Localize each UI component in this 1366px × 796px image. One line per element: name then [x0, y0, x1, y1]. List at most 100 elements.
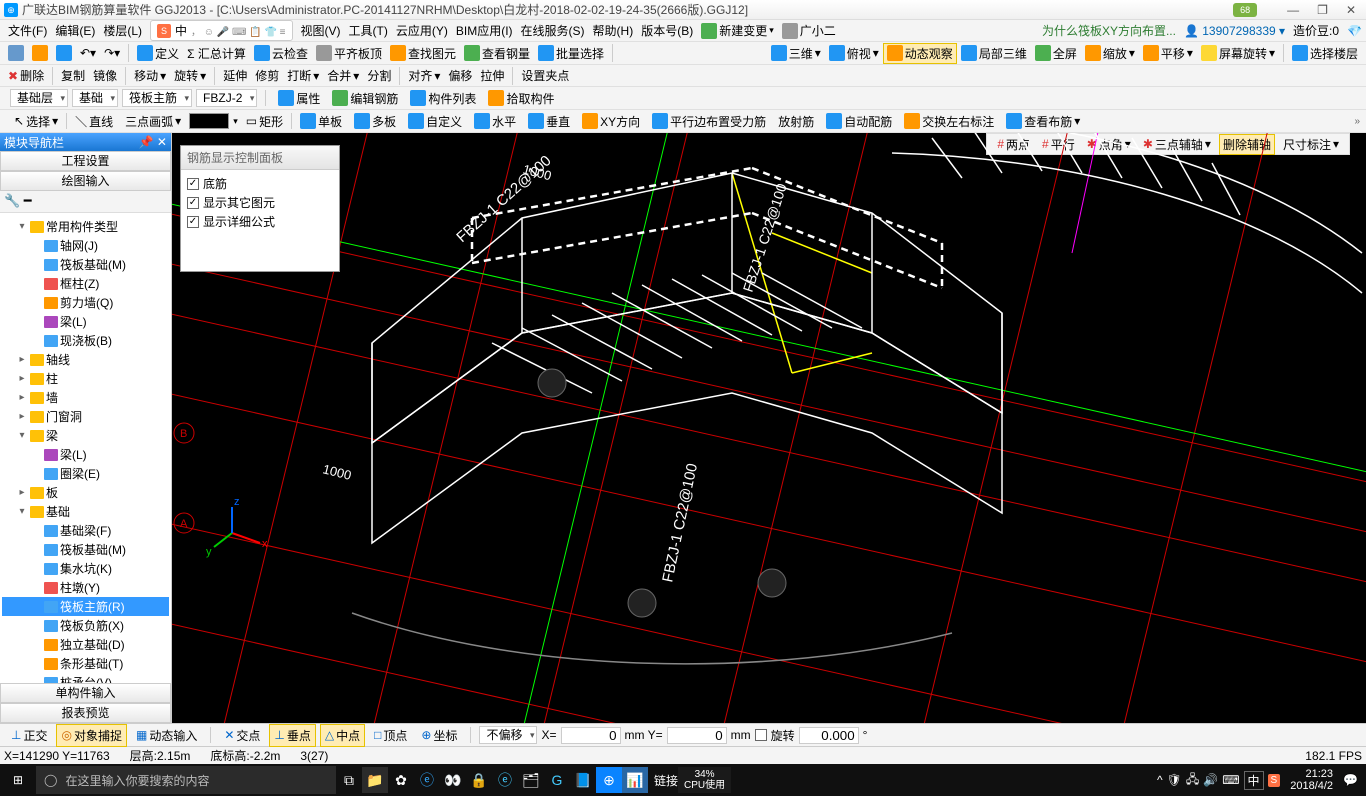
tree-item[interactable]: ▸门窗洞 — [2, 407, 169, 426]
flat-roof-button[interactable]: 平齐板顶 — [312, 43, 386, 64]
tray-armor-icon[interactable]: 🛡 — [1167, 773, 1182, 787]
osnap-button[interactable]: ◎对象捕捉 — [56, 724, 127, 747]
nav-single-input[interactable]: 单构件输入 — [0, 683, 171, 703]
dyn-input-button[interactable]: ▦动态输入 — [131, 724, 202, 747]
tb-app-6[interactable]: G — [544, 767, 570, 793]
credit-icon[interactable]: 💎 — [1347, 24, 1362, 38]
auto-arrange-button[interactable]: 自动配筋 — [822, 111, 896, 132]
close-button[interactable]: ✕ — [1346, 3, 1356, 17]
tree-item[interactable]: 圈梁(E) — [2, 464, 169, 483]
menu-view[interactable]: 视图(V) — [297, 22, 345, 39]
fullscreen-button[interactable]: 全屏 — [1031, 43, 1081, 64]
align-button[interactable]: 对齐▾ — [404, 65, 444, 86]
multi-board-button[interactable]: 多板 — [350, 111, 400, 132]
maximize-button[interactable]: ❐ — [1317, 3, 1328, 17]
view-arrange-button[interactable]: 查看布筋▾ — [1002, 111, 1084, 132]
floor-dropdown[interactable]: 基础层 — [10, 89, 68, 107]
tb-app-9[interactable]: 📊 — [622, 767, 648, 793]
redo-icon[interactable]: ↷▾ — [100, 44, 124, 62]
tree-item[interactable]: ▾基础 — [2, 502, 169, 521]
dynamic-view-button[interactable]: 动态观察 — [883, 43, 957, 64]
find-view-button[interactable]: 查找图元 — [386, 43, 460, 64]
chk-show-detail[interactable]: ✓ — [187, 216, 199, 228]
menu-bim[interactable]: BIM应用(I) — [452, 22, 517, 39]
merge-button[interactable]: 合并▾ — [323, 65, 363, 86]
tray-up-icon[interactable]: ^ — [1157, 773, 1163, 787]
menu-online[interactable]: 在线服务(S) — [517, 22, 589, 39]
vertex-button[interactable]: □顶点 — [369, 724, 412, 747]
tb-app-1[interactable]: 📁 — [362, 767, 388, 793]
phone-link[interactable]: 👤 13907298339 ▾ — [1184, 24, 1285, 38]
nav-draw-input[interactable]: 绘图输入 — [0, 171, 171, 191]
custom-button[interactable]: 自定义 — [404, 111, 466, 132]
xy-button[interactable]: XY方向 — [578, 111, 644, 132]
prop-button[interactable]: 属性 — [274, 88, 324, 109]
local-3d-button[interactable]: 局部三维 — [957, 43, 1031, 64]
define-button[interactable]: 定义 — [133, 43, 183, 64]
tray-net-icon[interactable]: 🖧 — [1186, 770, 1199, 791]
sum-calc-button[interactable]: Σ 汇总计算 — [183, 43, 250, 64]
tree-item[interactable]: 轴网(J) — [2, 236, 169, 255]
tree-item[interactable]: 柱墩(Y) — [2, 578, 169, 597]
pick-comp-button[interactable]: 拾取构件 — [484, 88, 558, 109]
chk-bottom-rebar[interactable]: ✓ — [187, 178, 199, 190]
parallel-edge-button[interactable]: 平行边布置受力筋 — [648, 111, 770, 132]
offset-mode-dropdown[interactable]: 不偏移 — [479, 726, 537, 744]
view-rebar-button[interactable]: 查看钢量 — [460, 43, 534, 64]
split-button[interactable]: 分割 — [363, 65, 395, 86]
save-icon[interactable] — [52, 43, 76, 63]
tree-item[interactable]: ▾梁 — [2, 426, 169, 445]
new-change-button[interactable]: 新建变更▾ — [697, 20, 778, 41]
screen-rotate-button[interactable]: 屏幕旋转▾ — [1197, 43, 1279, 64]
clock[interactable]: 21:232018/4/2 — [1284, 768, 1339, 792]
zoom-button[interactable]: 缩放▾ — [1081, 43, 1139, 64]
menu-cloud[interactable]: 云应用(Y) — [392, 22, 452, 39]
coord-button[interactable]: ⊕坐标 — [416, 724, 462, 747]
open-icon[interactable] — [28, 43, 52, 63]
taskview-icon[interactable]: ⧉ — [336, 767, 362, 793]
cortana-search[interactable]: ◯ 在这里输入你要搜索的内容 — [36, 766, 336, 794]
break-button[interactable]: 打断▾ — [283, 65, 323, 86]
offset-button[interactable]: 偏移 — [444, 65, 476, 86]
rotate-check[interactable] — [755, 729, 767, 741]
tray-sogou-icon[interactable]: S — [1268, 774, 1281, 787]
angle-input[interactable] — [799, 727, 859, 744]
extend-button[interactable]: 延伸 — [219, 65, 251, 86]
arc-button[interactable]: 三点画弧▾ — [121, 111, 185, 132]
tb-app-7[interactable]: 📘 — [570, 767, 596, 793]
intersect-button[interactable]: ✕交点 — [219, 724, 265, 747]
tray-speaker-icon[interactable]: 🔊 — [1203, 773, 1218, 787]
select-floor-button[interactable]: 选择楼层 — [1288, 43, 1362, 64]
pan-button[interactable]: 平移▾ — [1139, 43, 1197, 64]
instance-dropdown[interactable]: FBZJ-2 — [196, 89, 257, 107]
perp-button[interactable]: ⊥垂点 — [269, 724, 315, 747]
cloud-check-button[interactable]: 云检查 — [250, 43, 312, 64]
tb-app-4[interactable]: 🔒 — [466, 767, 492, 793]
cpu-meter[interactable]: 34%CPU使用 — [678, 767, 731, 793]
component-tree[interactable]: ▾常用构件类型轴网(J)筏板基础(M)框柱(Z)剪力墙(Q)梁(L)现浇板(B)… — [0, 213, 171, 683]
tree-item[interactable]: 筏板基础(M) — [2, 540, 169, 559]
x-input[interactable] — [561, 727, 621, 744]
mirror-button[interactable]: 镜像 — [89, 65, 121, 86]
notification-badge[interactable]: 68 — [1233, 3, 1257, 17]
ortho-button[interactable]: ⊥正交 — [6, 724, 52, 747]
move-button[interactable]: 移动▾ — [130, 65, 170, 86]
tree-item[interactable]: ▸柱 — [2, 369, 169, 388]
tree-item[interactable]: ▸轴线 — [2, 350, 169, 369]
midpoint-button[interactable]: △中点 — [320, 724, 365, 747]
start-button[interactable]: ⊞ — [0, 773, 36, 787]
copy-button[interactable]: 复制 — [57, 65, 89, 86]
comp-list-button[interactable]: 构件列表 — [406, 88, 480, 109]
batch-select-button[interactable]: 批量选择 — [534, 43, 608, 64]
tb-edge[interactable]: ⓔ — [414, 767, 440, 793]
tb-app-3[interactable]: 👀 — [440, 767, 466, 793]
menu-edit[interactable]: 编辑(E) — [51, 22, 99, 39]
menu-help[interactable]: 帮助(H) — [589, 22, 638, 39]
user-small-button[interactable]: 广小二 — [778, 20, 840, 41]
edit-rebar-button[interactable]: 编辑钢筋 — [328, 88, 402, 109]
line-button[interactable]: ＼直线 — [71, 111, 117, 132]
ime-panel[interactable]: S 中 ， ☺ 🎤 ⌨ 📋 👕 ≡ — [150, 20, 293, 41]
tree-item[interactable]: 条形基础(T) — [2, 654, 169, 673]
menu-tools[interactable]: 工具(T) — [345, 22, 392, 39]
trim-button[interactable]: 修剪 — [251, 65, 283, 86]
